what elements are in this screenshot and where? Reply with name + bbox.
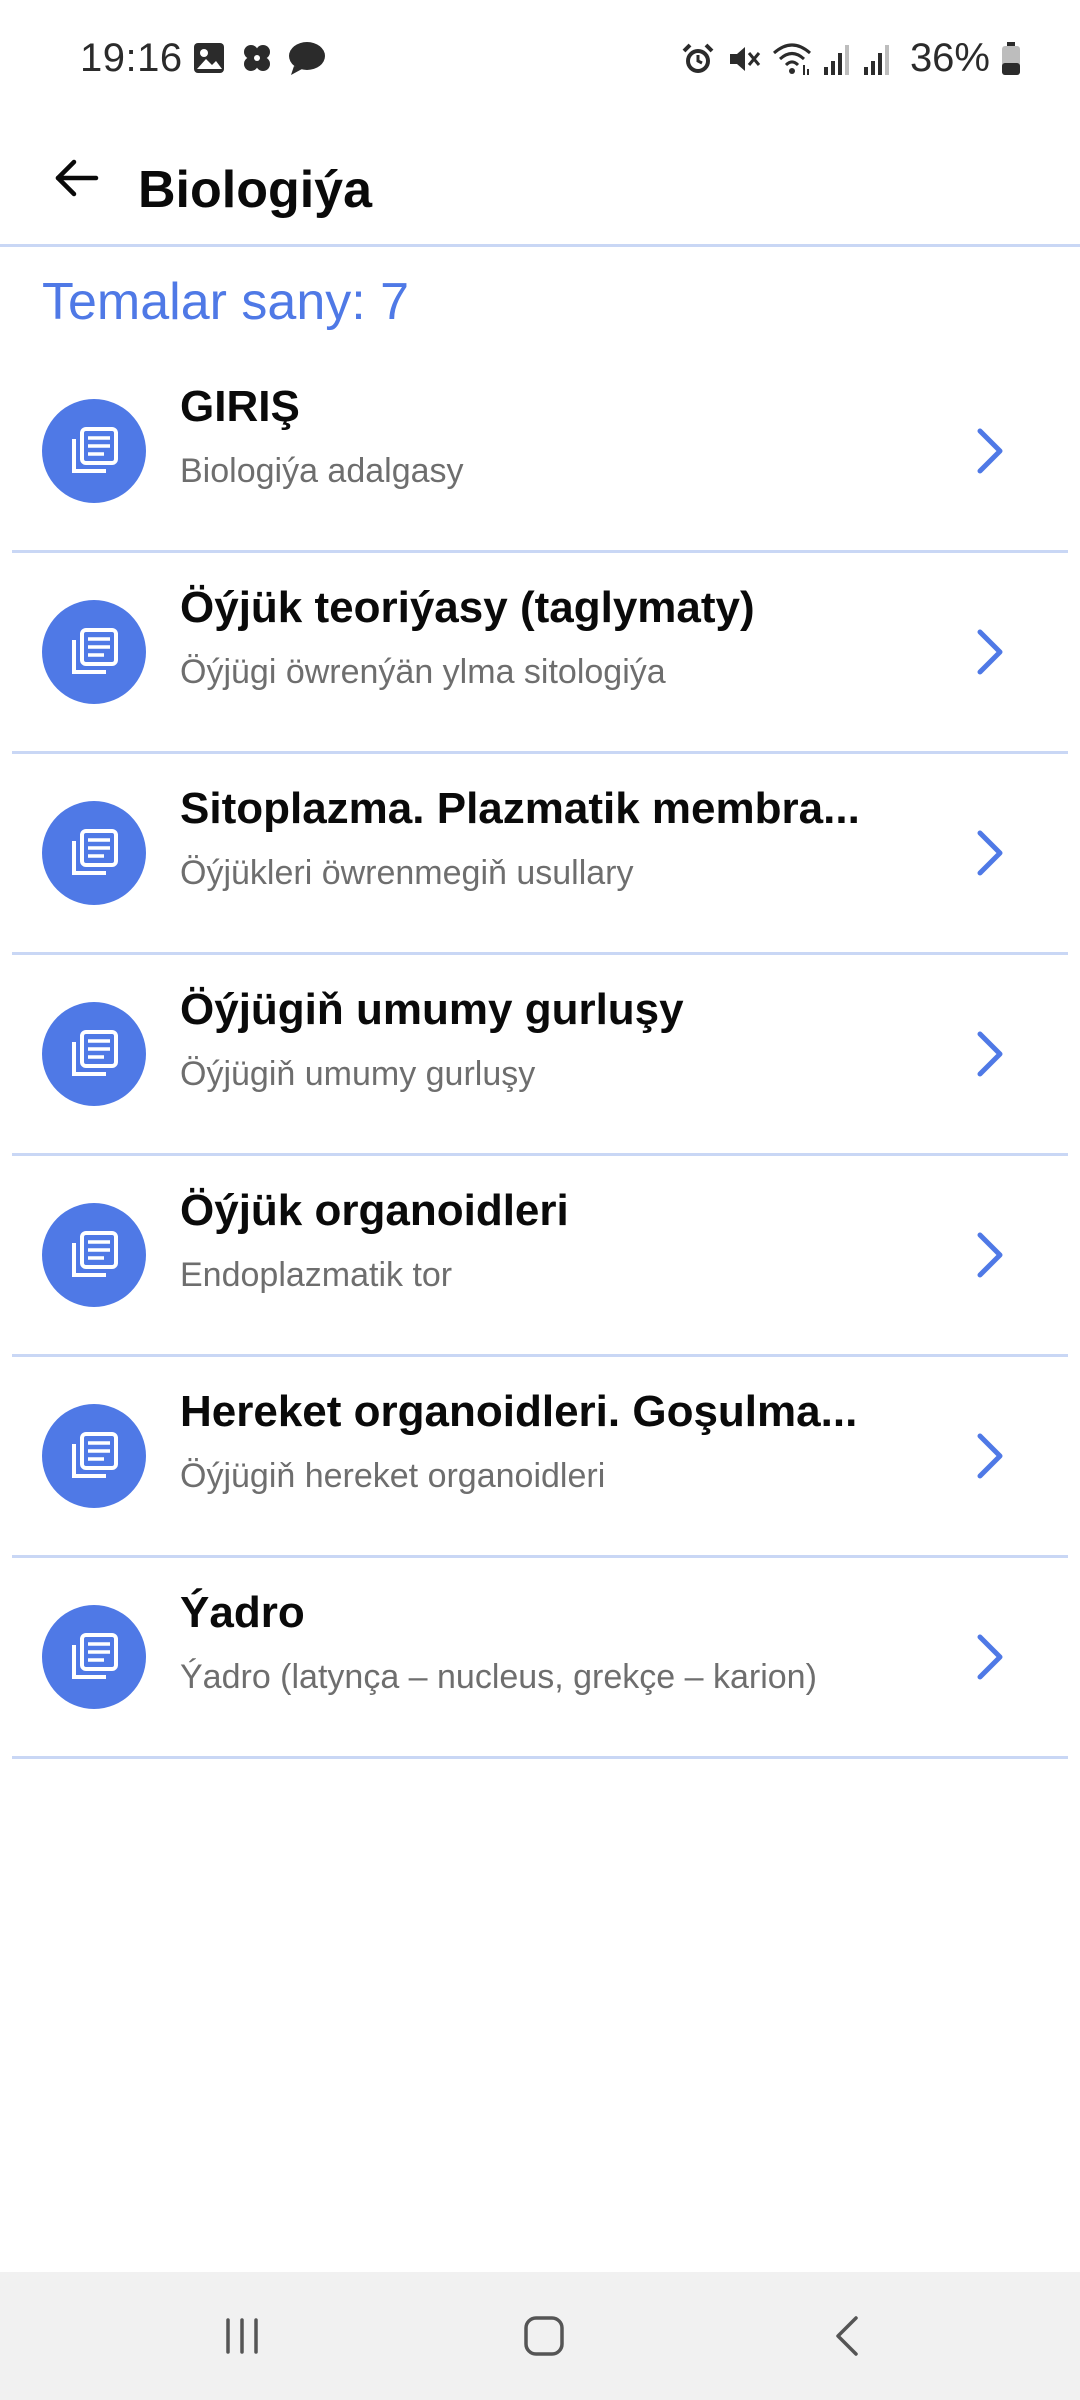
app-bar: Biologiýa — [0, 120, 1080, 247]
chevron-right-icon — [977, 629, 1003, 675]
battery-percent: 36% — [909, 36, 990, 80]
chevron-right-icon — [977, 1232, 1003, 1278]
chevron-right-icon — [977, 1433, 1003, 1479]
article-icon — [42, 600, 146, 704]
topic-list: GIRIŞ Biologiýa adalgasy Öýjük teoriýasy… — [0, 352, 1080, 1759]
article-icon — [42, 1404, 146, 1508]
status-bar: 19:16 36% — [0, 0, 1080, 120]
article-icon — [42, 1605, 146, 1709]
article-icon — [42, 1002, 146, 1106]
notification-icons — [192, 40, 326, 76]
topic-subtitle: Biologiýa adalgasy — [180, 452, 464, 490]
back-icon — [836, 2316, 858, 2356]
topic-title: Sitoplazma. Plazmatik membra... — [180, 784, 860, 833]
topic-title: Öýjük organoidleri — [180, 1186, 569, 1235]
topic-subtitle: Endoplazmatik tor — [180, 1256, 453, 1294]
topic-title: Hereket organoidleri. Goşulma... — [180, 1387, 858, 1436]
chevron-right-icon — [977, 428, 1003, 474]
topic-title: Ýadro — [180, 1588, 305, 1637]
list-item[interactable]: Sitoplazma. Plazmatik membra... Öýjükler… — [12, 754, 1068, 955]
signal-1-icon — [822, 41, 852, 77]
chevron-right-icon — [977, 1031, 1003, 1077]
recent-apps-icon — [226, 2318, 258, 2354]
article-icon — [42, 399, 146, 503]
nav-back-button[interactable] — [808, 2296, 888, 2376]
list-item[interactable]: Ýadro Ýadro (latynça – nucleus, grekçe –… — [12, 1558, 1068, 1759]
chat-bubble-icon — [288, 40, 326, 76]
alarm-icon — [680, 41, 716, 77]
wifi-icon — [772, 41, 812, 77]
mute-icon — [726, 41, 762, 77]
topic-subtitle: Öýjügi öwrenýän ylma sitologiýa — [180, 653, 666, 691]
recent-apps-button[interactable] — [202, 2296, 282, 2376]
topic-title: Öýjük teoriýasy (taglymaty) — [180, 583, 755, 632]
page-title: Biologiýa — [138, 161, 373, 219]
list-item[interactable]: Hereket organoidleri. Goşulma... Öýjügiň… — [12, 1357, 1068, 1558]
image-icon — [192, 41, 226, 75]
pinwheel-icon — [240, 41, 274, 75]
list-item[interactable]: Öýjük teoriýasy (taglymaty) Öýjügi öwren… — [12, 553, 1068, 754]
topic-subtitle: Öýjügiň umumy gurluşy — [180, 1055, 536, 1093]
home-button[interactable] — [504, 2296, 584, 2376]
topic-subtitle: Ýadro (latynça – nucleus, grekçe – kario… — [180, 1658, 817, 1696]
arrow-left-icon — [52, 154, 100, 202]
chevron-right-icon — [977, 1634, 1003, 1680]
list-item[interactable]: Öýjük organoidleri Endoplazmatik tor — [12, 1156, 1068, 1357]
topic-subtitle: Öýjügiň hereket organoidleri — [180, 1457, 606, 1495]
system-icons: 36% — [680, 36, 1022, 81]
battery-icon — [1000, 41, 1022, 77]
back-button[interactable] — [36, 138, 116, 218]
topic-subtitle: Öýjükleri öwrenmegiň usullary — [180, 854, 634, 892]
chevron-right-icon — [977, 830, 1003, 876]
home-icon — [524, 2316, 564, 2356]
system-nav-bar — [0, 2272, 1080, 2400]
list-item[interactable]: GIRIŞ Biologiýa adalgasy — [12, 352, 1068, 553]
article-icon — [42, 1203, 146, 1307]
topic-count: Temalar sany: 7 — [42, 273, 410, 331]
screen: 19:16 36% Biologiýa Temalar sany: 7 GIRI… — [0, 0, 1080, 2400]
topic-title: Öýjügiň umumy gurluşy — [180, 985, 684, 1034]
status-time: 19:16 — [80, 36, 183, 80]
article-icon — [42, 801, 146, 905]
signal-2-icon — [862, 41, 892, 77]
list-item[interactable]: Öýjügiň umumy gurluşy Öýjügiň umumy gurl… — [12, 955, 1068, 1156]
topic-title: GIRIŞ — [180, 382, 300, 431]
